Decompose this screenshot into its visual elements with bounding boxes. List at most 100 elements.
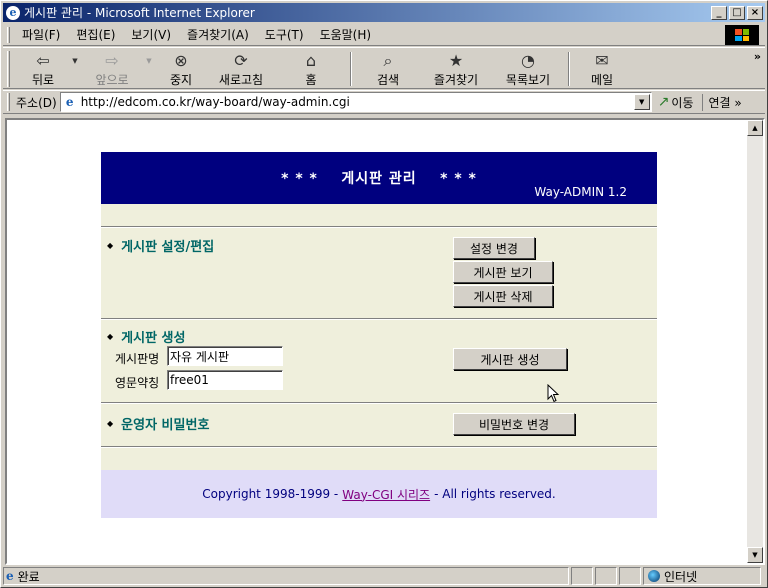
mail-icon: ✉ — [595, 51, 609, 70]
divider — [101, 446, 657, 448]
menu-file[interactable]: 파일(F) — [14, 26, 68, 43]
copyright-text: Copyright 1998-1999 - — [202, 487, 339, 501]
version-label: Way-ADMIN 1.2 — [534, 185, 627, 199]
create-section-title: ◆ 게시판 생성 — [107, 327, 185, 346]
page-footer: Copyright 1998-1999 - Way-CGI 시리즈 - All … — [101, 470, 657, 518]
panel-header: * * * 게시판 관리 * * * Way-ADMIN 1.2 — [101, 152, 657, 204]
forward-dropdown[interactable]: ▼ — [142, 48, 156, 71]
menu-view[interactable]: 보기(V) — [123, 26, 179, 43]
refresh-label: 새로고침 — [218, 73, 264, 87]
toolbar-more-chevron[interactable]: » — [754, 50, 761, 63]
favorites-folder-icon: ★ — [448, 51, 464, 70]
menu-help[interactable]: 도움말(H) — [312, 26, 380, 43]
home-icon: ⌂ — [305, 51, 317, 70]
create-section-label: 게시판 생성 — [121, 331, 186, 346]
search-icon: ⌕ — [383, 51, 393, 70]
back-dropdown[interactable]: ▼ — [68, 48, 82, 71]
forward-label: 앞으로 — [95, 73, 129, 87]
minimize-button[interactable]: _ — [711, 5, 727, 20]
page-icon: e — [6, 569, 14, 583]
address-bar: 주소(D) e ▼ ↗ 이동 연결 » — [3, 90, 765, 114]
back-arrow-icon: ⇦ — [36, 51, 50, 70]
toolbar-separator — [350, 52, 352, 86]
create-board-button[interactable]: 게시판 생성 — [453, 348, 567, 370]
title-bar: e 게시판 관리 - Microsoft Internet Explorer _… — [3, 3, 765, 22]
password-section-label: 운영자 비밀번호 — [121, 418, 210, 433]
menu-grip — [7, 26, 10, 43]
history-icon: ◔ — [521, 51, 535, 70]
change-settings-button[interactable]: 설정 변경 — [453, 237, 535, 259]
mouse-pointer-icon — [547, 384, 560, 403]
toolbar-separator — [568, 52, 570, 86]
back-button[interactable]: ⇦ 뒤로 — [18, 48, 68, 88]
windows-logo — [725, 25, 759, 45]
status-bar: e 완료 인터넷 — [3, 566, 765, 586]
divider — [101, 318, 657, 320]
way-cgi-link[interactable]: Way-CGI 시리즈 — [342, 486, 430, 503]
divider — [101, 226, 657, 228]
settings-section-title: ◆ 게시판 설정/편집 — [107, 236, 214, 255]
window-title: 게시판 관리 - Microsoft Internet Explorer — [24, 6, 255, 20]
links-button[interactable]: 연결 » — [701, 93, 742, 111]
view-board-button[interactable]: 게시판 보기 — [453, 261, 553, 283]
bullet-icon: ◆ — [107, 332, 114, 341]
delete-board-button[interactable]: 게시판 삭제 — [453, 285, 553, 307]
toolbar-grip — [7, 51, 10, 87]
status-cell — [619, 567, 641, 585]
home-label: 홈 — [305, 73, 317, 87]
dropdown-arrow-icon: ▼ — [146, 57, 152, 65]
mail-button[interactable]: ✉ 메일 — [574, 48, 630, 88]
favorites-label: 즐겨찾기 — [433, 73, 479, 87]
refresh-icon: ⟳ — [234, 51, 248, 70]
scroll-down-button[interactable]: ▼ — [747, 547, 763, 563]
maximize-button[interactable]: □ — [729, 5, 745, 20]
admin-panel: * * * 게시판 관리 * * * Way-ADMIN 1.2 ◆ 게시판 설… — [101, 152, 657, 518]
standard-toolbar: ⇦ 뒤로 ▼ ⇨ 앞으로 ▼ ⊗ 중지 ⟳ 새로고침 ⌂ 홈 ⌕ 검색 ★ 즐겨… — [3, 47, 765, 89]
search-button[interactable]: ⌕ 검색 — [356, 48, 420, 88]
home-button[interactable]: ⌂ 홈 — [276, 48, 346, 88]
menu-favorites[interactable]: 즐겨찾기(A) — [179, 26, 257, 43]
back-label: 뒤로 — [31, 73, 55, 87]
close-button[interactable]: × — [747, 5, 763, 20]
status-cell — [571, 567, 593, 585]
board-name-input[interactable] — [167, 346, 283, 366]
page-icon: e — [65, 95, 74, 109]
favorites-button[interactable]: ★ 즐겨찾기 — [420, 48, 492, 88]
go-label: 이동 — [671, 95, 694, 110]
address-input[interactable] — [80, 93, 634, 111]
forward-button[interactable]: ⇨ 앞으로 — [82, 48, 142, 88]
history-button[interactable]: ◔ 목록보기 — [492, 48, 564, 88]
stop-label: 중지 — [169, 73, 193, 87]
go-button[interactable]: ↗ 이동 — [658, 94, 694, 111]
windows-flag-icon — [735, 29, 749, 41]
go-arrow-icon: ↗ — [657, 94, 670, 110]
ie-icon: e — [6, 5, 20, 20]
zone-cell: 인터넷 — [643, 567, 761, 585]
divider — [101, 402, 657, 404]
vertical-scrollbar[interactable]: ▲ ▼ — [747, 120, 763, 563]
abbr-input[interactable] — [167, 370, 283, 390]
address-label: 주소(D) — [16, 95, 57, 110]
status-cell — [595, 567, 617, 585]
address-dropdown-button[interactable]: ▼ — [633, 94, 650, 110]
stop-button[interactable]: ⊗ 중지 — [156, 48, 206, 88]
dropdown-arrow-icon: ▼ — [72, 57, 78, 65]
address-box: e ▼ — [59, 92, 652, 112]
status-text: 완료 — [17, 569, 40, 584]
menu-tools[interactable]: 도구(T) — [257, 26, 312, 43]
content-viewport: * * * 게시판 관리 * * * Way-ADMIN 1.2 ◆ 게시판 설… — [5, 118, 765, 565]
password-section-title: ◆ 운영자 비밀번호 — [107, 414, 209, 433]
menu-edit[interactable]: 편집(E) — [68, 26, 123, 43]
refresh-button[interactable]: ⟳ 새로고침 — [206, 48, 276, 88]
history-label: 목록보기 — [505, 73, 551, 87]
scroll-up-button[interactable]: ▲ — [747, 120, 763, 136]
bullet-icon: ◆ — [107, 419, 114, 428]
settings-section-label: 게시판 설정/편집 — [121, 240, 215, 255]
abbr-label: 영문약칭 — [115, 376, 160, 390]
menu-bar: 파일(F) 편집(E) 보기(V) 즐겨찾기(A) 도구(T) 도움말(H) — [3, 24, 765, 46]
address-grip — [7, 93, 10, 111]
change-password-button[interactable]: 비밀번호 변경 — [453, 413, 575, 435]
zone-text: 인터넷 — [664, 569, 698, 584]
forward-arrow-icon: ⇨ — [105, 51, 119, 70]
status-text-cell: e 완료 — [3, 567, 569, 585]
